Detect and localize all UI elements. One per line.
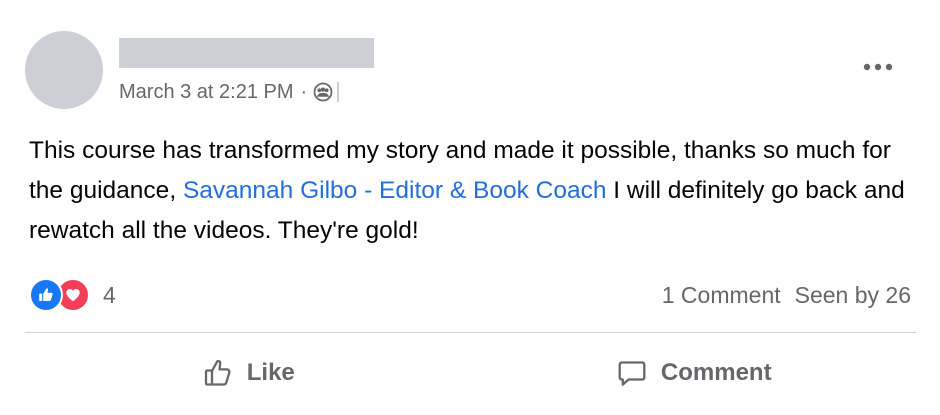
- meta-cutoff-divider: [337, 82, 340, 102]
- mention-link[interactable]: Savannah Gilbo - Editor & Book Coach: [183, 177, 607, 204]
- comment-button[interactable]: Comment: [471, 345, 917, 401]
- comment-bubble-icon: [615, 356, 649, 390]
- more-dots-icon: [863, 63, 893, 71]
- post-card: March 3 at 2:21 PM · This course has tra…: [0, 0, 940, 415]
- like-button[interactable]: Like: [25, 345, 471, 401]
- reactions-summary[interactable]: 4: [29, 278, 116, 312]
- divider: [25, 332, 916, 333]
- more-options-button[interactable]: [858, 55, 898, 79]
- post-meta: March 3 at 2:21 PM ·: [119, 78, 340, 106]
- meta-separator: ·: [300, 80, 308, 103]
- action-bar: Like Comment: [25, 345, 916, 401]
- seen-by-count[interactable]: Seen by 26: [795, 282, 911, 309]
- thumbs-up-icon: [201, 356, 235, 390]
- like-label: Like: [246, 359, 295, 386]
- like-reaction-icon: [29, 278, 63, 312]
- avatar[interactable]: [25, 31, 103, 109]
- group-icon[interactable]: [313, 82, 333, 102]
- author-name-redacted[interactable]: [119, 38, 374, 68]
- reaction-count[interactable]: 4: [103, 282, 116, 309]
- comment-count[interactable]: 1 Comment: [662, 282, 781, 309]
- post-timestamp[interactable]: March 3 at 2:21 PM: [119, 81, 294, 104]
- comment-label: Comment: [660, 359, 772, 386]
- post-body: This course has transformed my story and…: [29, 131, 909, 251]
- post-stats: 1 Comment Seen by 26: [662, 278, 911, 312]
